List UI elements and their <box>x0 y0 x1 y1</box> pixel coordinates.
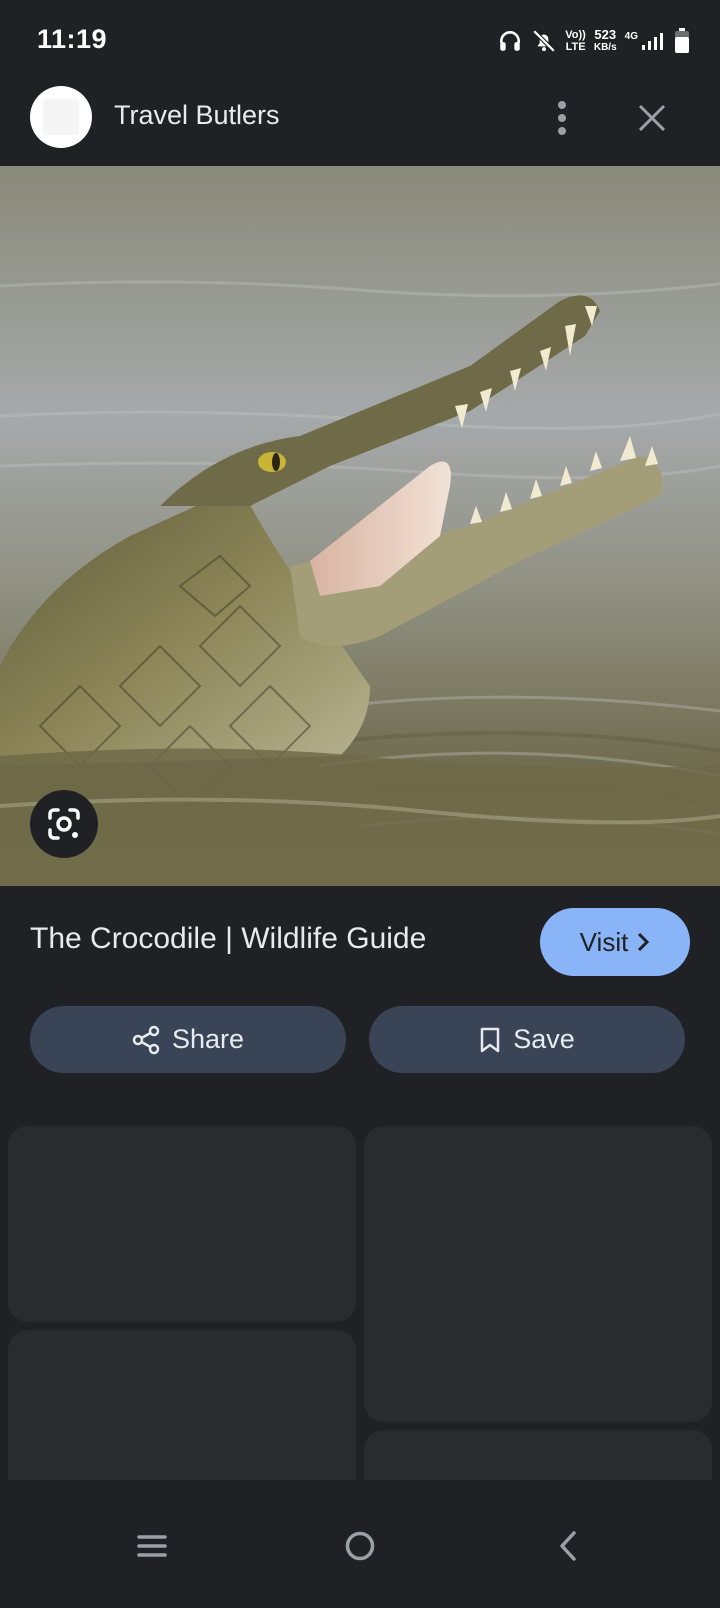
placeholder-card <box>8 1330 356 1480</box>
visit-button[interactable]: Visit <box>540 908 690 976</box>
signal-label: 4G <box>624 31 638 42</box>
result-image[interactable] <box>0 166 720 886</box>
more-vert-icon <box>558 101 566 135</box>
site-name[interactable]: Travel Butlers <box>114 100 280 131</box>
volte-top: Vo)) <box>565 29 586 41</box>
volte-indicator: Vo)) LTE <box>565 29 586 53</box>
bell-muted-icon <box>532 29 556 53</box>
home-button[interactable] <box>330 1516 390 1576</box>
status-time: 11:19 <box>37 24 108 54</box>
back-chevron-icon <box>560 1531 576 1561</box>
placeholder-card <box>364 1126 712 1422</box>
back-button[interactable] <box>538 1516 598 1576</box>
share-label: Share <box>171 1024 245 1054</box>
status-icons: Vo)) LTE 523 KB/s 4G <box>497 26 690 56</box>
network-speed: 523 KB/s <box>594 28 617 54</box>
share-button[interactable]: Share <box>30 1006 346 1073</box>
status-bar: 11:19 Vo)) LTE 523 KB/s 4G <box>0 0 720 80</box>
save-label: Save <box>513 1024 575 1054</box>
crocodile-image <box>0 166 720 886</box>
home-circle-icon <box>345 1531 375 1561</box>
placeholder-card <box>364 1430 712 1480</box>
result-title[interactable]: The Crocodile | Wildlife Guide <box>30 922 426 956</box>
battery-icon <box>675 28 689 53</box>
share-icon <box>132 1025 160 1054</box>
menu-icon <box>137 1535 167 1557</box>
recents-button[interactable] <box>122 1516 182 1576</box>
placeholder-card <box>8 1126 356 1322</box>
viewer-header: Travel Butlers <box>0 80 720 166</box>
close-button[interactable] <box>628 94 676 142</box>
google-lens-icon <box>48 808 80 840</box>
save-button[interactable]: Save <box>369 1006 685 1073</box>
headphones-icon <box>500 31 521 51</box>
close-icon <box>638 104 666 132</box>
lens-search-button[interactable] <box>30 790 98 858</box>
chevron-right-icon <box>638 932 650 952</box>
site-favicon <box>30 86 92 148</box>
volte-bottom: LTE <box>565 41 586 53</box>
speed-value: 523 <box>594 27 617 42</box>
more-options-button[interactable] <box>538 94 586 142</box>
speed-unit: KB/s <box>593 42 617 53</box>
system-nav-bar <box>0 1480 720 1608</box>
related-results-grid <box>0 1090 720 1480</box>
visit-label: Visit <box>579 926 629 957</box>
bookmark-icon <box>480 1027 500 1052</box>
signal-indicator: 4G <box>625 31 666 51</box>
signal-bars-icon <box>642 33 663 50</box>
site-favicon-image <box>43 99 79 135</box>
